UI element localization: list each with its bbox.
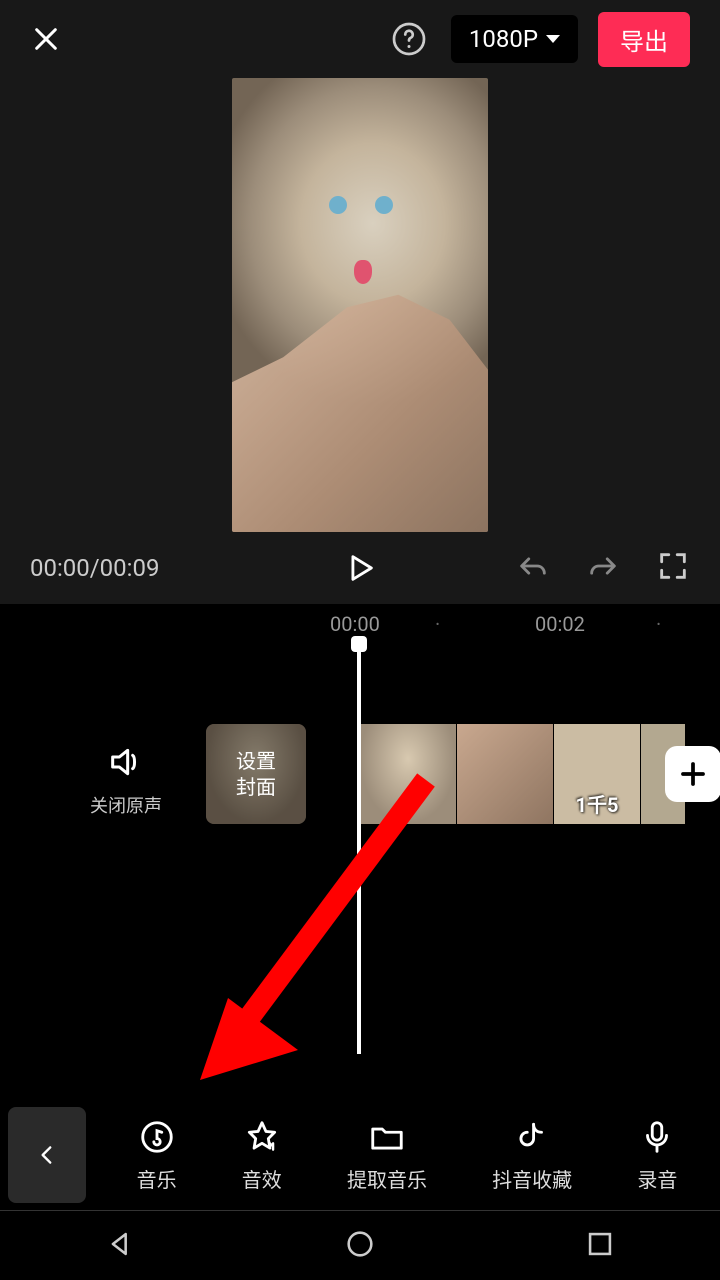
mute-original-sound[interactable]: 关闭原声 [90,742,162,818]
resolution-label: 1080P [469,25,538,53]
redo-button[interactable] [586,549,620,587]
add-clip-button[interactable] [665,746,720,802]
tick-label: 00:00 [330,612,380,636]
clips-container[interactable]: 1千5 [360,724,685,824]
clip-frame[interactable] [457,724,553,824]
clip-frame[interactable]: 1千5 [554,724,640,824]
set-cover-button[interactable]: 设置 封面 [206,724,306,824]
toolbar-back-button[interactable] [8,1107,86,1203]
folder-icon [368,1118,406,1156]
playhead[interactable] [357,644,361,1054]
chevron-left-icon [34,1142,60,1168]
toolbar-label: 抖音收藏 [492,1164,572,1193]
help-button[interactable] [391,21,427,57]
toolbar-music[interactable]: 音乐 [137,1118,177,1193]
play-button[interactable] [343,551,377,585]
toolbar-sound-effect[interactable]: 音效 [242,1118,282,1193]
tick-dot: · [656,612,661,636]
cover-label: 设置 封面 [236,748,276,800]
speaker-icon [106,742,146,782]
video-preview[interactable] [0,78,720,532]
export-button[interactable]: 导出 [598,12,690,67]
fullscreen-button[interactable] [656,549,690,587]
fullscreen-icon [656,549,690,583]
close-icon [30,23,62,55]
redo-icon [586,549,620,583]
clip-frame[interactable] [360,724,456,824]
undo-icon [516,549,550,583]
system-back-button[interactable] [103,1227,137,1265]
system-home-button[interactable] [343,1227,377,1265]
toolbar-record[interactable]: 录音 [637,1118,677,1193]
clip-overlay-text: 1千5 [576,789,619,818]
toolbar-label: 录音 [637,1164,677,1193]
douyin-icon [513,1118,551,1156]
mic-icon [638,1118,676,1156]
music-icon [138,1118,176,1156]
close-button[interactable] [30,23,62,55]
resolution-button[interactable]: 1080P [451,15,578,63]
toolbar-extract-music[interactable]: 提取音乐 [347,1118,427,1193]
toolbar-label: 音乐 [137,1164,177,1193]
system-recents-button[interactable] [583,1227,617,1265]
mute-label: 关闭原声 [90,792,162,818]
system-nav-bar [0,1210,720,1280]
toolbar-douyin-favorites[interactable]: 抖音收藏 [492,1118,572,1193]
star-icon [243,1118,281,1156]
tick-label: 00:02 [535,612,585,636]
triangle-back-icon [103,1227,137,1261]
square-recents-icon [583,1227,617,1261]
playback-controls-row: 00:00/00:09 [0,532,720,604]
plus-icon [678,759,708,789]
toolbar-label: 提取音乐 [347,1164,427,1193]
bottom-toolbar: 音乐 音效 提取音乐 抖音收藏 录音 [0,1100,720,1210]
tick-dot: · [435,612,440,636]
caret-down-icon [546,35,560,43]
preview-area: 00:00/00:09 [0,78,720,604]
play-icon [343,551,377,585]
circle-home-icon [343,1227,377,1261]
undo-button[interactable] [516,549,550,587]
help-icon [391,21,427,57]
time-display: 00:00/00:09 [30,554,159,582]
top-bar: 1080P 导出 [0,0,720,78]
toolbar-label: 音效 [242,1164,282,1193]
timeline-area[interactable]: 00:00 · 00:02 · 关闭原声 设置 封面 1千5 [0,604,720,1084]
